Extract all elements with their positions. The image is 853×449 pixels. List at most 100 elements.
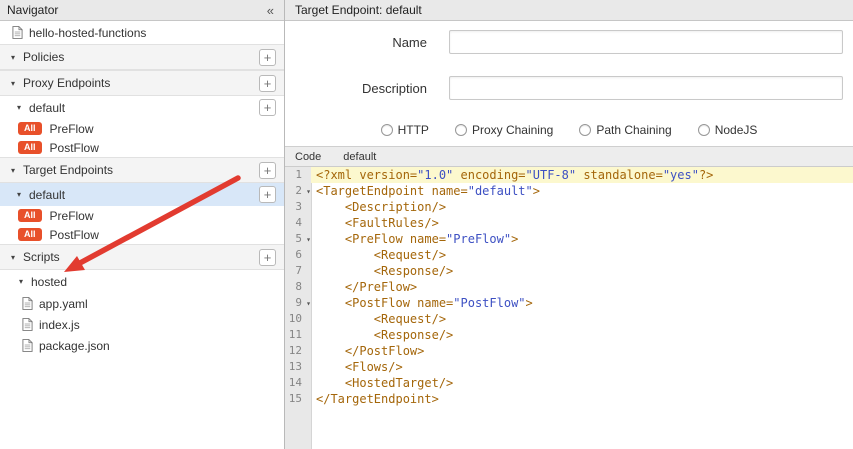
- code-tabbar: Code default: [285, 147, 853, 167]
- target-postflow-label: PostFlow: [50, 228, 99, 242]
- line-number: 14: [285, 375, 311, 391]
- code-editor[interactable]: 1<?xml version="1.0" encoding="UTF-8" st…: [285, 167, 853, 449]
- code-line[interactable]: 6 <Request/>: [285, 247, 853, 263]
- add-target-flow-button[interactable]: +: [259, 186, 276, 203]
- nav-item-proxy-name[interactable]: hello-hosted-functions: [0, 21, 284, 44]
- code-line[interactable]: 3 <Description/>: [285, 199, 853, 215]
- code-text[interactable]: <Request/>: [311, 247, 853, 263]
- code-line[interactable]: 8 </PreFlow>: [285, 279, 853, 295]
- disclosure-triangle-icon[interactable]: ▾: [8, 79, 18, 88]
- nav-item-file-app-yaml[interactable]: app.yaml: [0, 293, 284, 314]
- description-input[interactable]: [449, 76, 843, 100]
- code-line[interactable]: 12 </PostFlow>: [285, 343, 853, 359]
- line-number: 9▾: [285, 295, 311, 311]
- code-line[interactable]: 10 <Request/>: [285, 311, 853, 327]
- radio-path-chaining[interactable]: Path Chaining: [579, 123, 671, 137]
- line-number: 7: [285, 263, 311, 279]
- code-text[interactable]: </PostFlow>: [311, 343, 853, 359]
- fold-toggle-icon[interactable]: ▾: [306, 184, 311, 200]
- code-text[interactable]: <PostFlow name="PostFlow">: [311, 295, 853, 311]
- file-icon: [22, 339, 33, 352]
- radio-icon[interactable]: [381, 124, 393, 136]
- code-text[interactable]: <HostedTarget/>: [311, 375, 853, 391]
- hosted-folder-label: hosted: [31, 275, 67, 289]
- disclosure-triangle-icon[interactable]: ▾: [8, 53, 18, 62]
- fold-toggle-icon[interactable]: ▾: [306, 232, 311, 248]
- section-target-endpoints[interactable]: ▾ Target Endpoints +: [0, 157, 284, 183]
- apigee-proxy-editor: Navigator « hello-hosted-functions ▾ Pol…: [0, 0, 853, 449]
- section-scripts[interactable]: ▾ Scripts +: [0, 244, 284, 270]
- code-text[interactable]: <Response/>: [311, 263, 853, 279]
- nav-item-target-endpoint-default[interactable]: ▾ default +: [0, 183, 284, 206]
- radio-http[interactable]: HTTP: [381, 123, 429, 137]
- radio-icon[interactable]: [455, 124, 467, 136]
- code-line[interactable]: 11 <Response/>: [285, 327, 853, 343]
- code-line[interactable]: 4 <FaultRules/>: [285, 215, 853, 231]
- disclosure-triangle-icon[interactable]: ▾: [8, 253, 18, 262]
- code-text[interactable]: <Response/>: [311, 327, 853, 343]
- code-line[interactable]: 14 <HostedTarget/>: [285, 375, 853, 391]
- description-field-row: Description: [285, 76, 853, 100]
- nav-item-proxy-endpoint-default[interactable]: ▾ default +: [0, 96, 284, 119]
- add-proxy-endpoint-button[interactable]: +: [259, 75, 276, 92]
- nav-item-file-index-js[interactable]: index.js: [0, 314, 284, 335]
- radio-nodejs[interactable]: NodeJS: [698, 123, 758, 137]
- section-target-endpoints-label: Target Endpoints: [23, 163, 259, 177]
- section-policies[interactable]: ▾ Policies +: [0, 44, 284, 70]
- navigator-title: Navigator: [7, 3, 264, 17]
- code-line[interactable]: 7 <Response/>: [285, 263, 853, 279]
- add-script-button[interactable]: +: [259, 249, 276, 266]
- code-panel-label: Code: [285, 151, 331, 163]
- code-line[interactable]: 2▾<TargetEndpoint name="default">: [285, 183, 853, 199]
- add-proxy-flow-button[interactable]: +: [259, 99, 276, 116]
- disclosure-triangle-icon[interactable]: ▾: [14, 190, 24, 199]
- add-policy-button[interactable]: +: [259, 49, 276, 66]
- code-line[interactable]: 15</TargetEndpoint>: [285, 391, 853, 407]
- file-name-label: app.yaml: [39, 297, 88, 311]
- name-input[interactable]: [449, 30, 843, 54]
- proxy-name-label: hello-hosted-functions: [29, 26, 146, 40]
- radio-icon[interactable]: [698, 124, 710, 136]
- line-number: 15: [285, 391, 311, 407]
- nav-item-file-package-json[interactable]: package.json: [0, 335, 284, 356]
- code-line[interactable]: 5▾ <PreFlow name="PreFlow">: [285, 231, 853, 247]
- file-name-label: package.json: [39, 339, 110, 353]
- code-line[interactable]: 1<?xml version="1.0" encoding="UTF-8" st…: [285, 167, 853, 183]
- code-line[interactable]: 13 <Flows/>: [285, 359, 853, 375]
- disclosure-triangle-icon[interactable]: ▾: [8, 166, 18, 175]
- disclosure-triangle-icon[interactable]: ▾: [16, 277, 26, 286]
- code-text[interactable]: <FaultRules/>: [311, 215, 853, 231]
- line-number: 8: [285, 279, 311, 295]
- radio-proxy-chaining[interactable]: Proxy Chaining: [455, 123, 553, 137]
- code-text[interactable]: <PreFlow name="PreFlow">: [311, 231, 853, 247]
- nav-item-target-preflow[interactable]: All PreFlow: [0, 206, 284, 225]
- nav-item-target-postflow[interactable]: All PostFlow: [0, 225, 284, 244]
- line-number: 11: [285, 327, 311, 343]
- radio-proxy-chaining-label: Proxy Chaining: [472, 123, 553, 137]
- code-text[interactable]: <Description/>: [311, 199, 853, 215]
- section-proxy-endpoints[interactable]: ▾ Proxy Endpoints +: [0, 70, 284, 96]
- code-text[interactable]: </PreFlow>: [311, 279, 853, 295]
- line-number: 5▾: [285, 231, 311, 247]
- disclosure-triangle-icon[interactable]: ▾: [14, 103, 24, 112]
- code-tab-default[interactable]: default: [331, 151, 388, 163]
- section-scripts-label: Scripts: [23, 250, 259, 264]
- nav-item-proxy-preflow[interactable]: All PreFlow: [0, 119, 284, 138]
- target-preflow-label: PreFlow: [50, 209, 94, 223]
- line-number: 13: [285, 359, 311, 375]
- code-text[interactable]: <?xml version="1.0" encoding="UTF-8" sta…: [311, 167, 853, 183]
- code-text[interactable]: </TargetEndpoint>: [311, 391, 853, 407]
- radio-icon[interactable]: [579, 124, 591, 136]
- code-text[interactable]: <Flows/>: [311, 359, 853, 375]
- fold-toggle-icon[interactable]: ▾: [306, 296, 311, 312]
- name-label: Name: [285, 35, 427, 50]
- collapse-navigator-button[interactable]: «: [264, 3, 277, 18]
- name-field-row: Name: [285, 30, 853, 54]
- add-target-endpoint-button[interactable]: +: [259, 162, 276, 179]
- code-text[interactable]: <TargetEndpoint name="default">: [311, 183, 853, 199]
- nav-item-hosted-folder[interactable]: ▾ hosted: [0, 270, 284, 293]
- code-line[interactable]: 9▾ <PostFlow name="PostFlow">: [285, 295, 853, 311]
- file-icon: [22, 318, 33, 331]
- nav-item-proxy-postflow[interactable]: All PostFlow: [0, 138, 284, 157]
- code-text[interactable]: <Request/>: [311, 311, 853, 327]
